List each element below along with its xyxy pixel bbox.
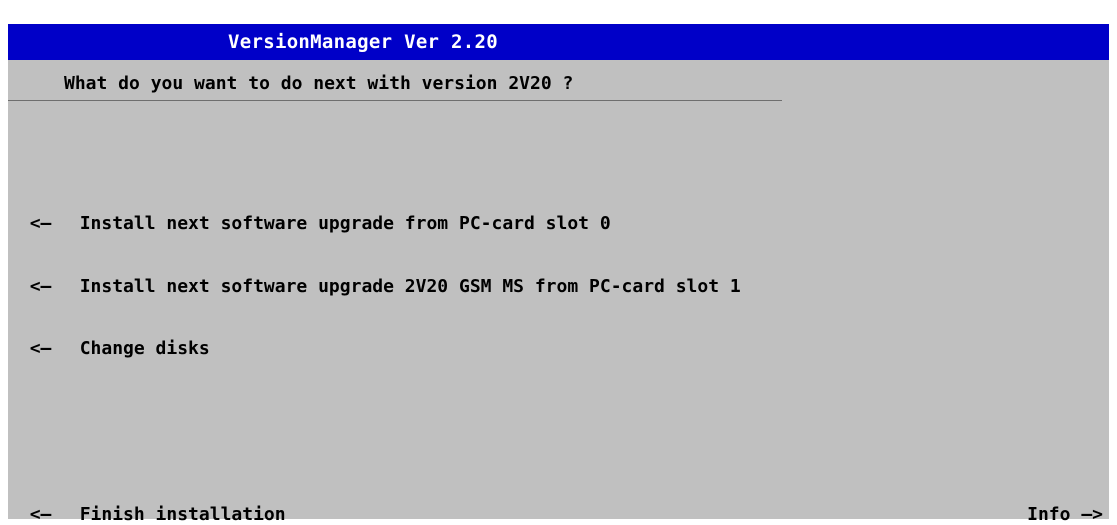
softkey-label: Finish installation [79, 504, 286, 525]
window-title: VersionManager Ver 2.20 [228, 31, 498, 53]
install-slot-0-softkey[interactable]: <— Install next software upgrade from PC-… [8, 192, 611, 234]
left-arrow-icon: <— [29, 338, 52, 359]
left-arrow-icon: <— [29, 213, 52, 234]
left-arrow-icon: <— [29, 504, 52, 525]
question-divider [8, 100, 782, 101]
title-bar [8, 24, 1109, 60]
softkey-label: Info [1027, 504, 1071, 525]
left-arrow-icon: <— [29, 276, 52, 297]
install-slot-1-softkey[interactable]: <— Install next software upgrade 2V20 GSM… [8, 255, 741, 297]
softkey-label: Install next software upgrade from PC-ca… [79, 213, 611, 234]
softkey-label: Install next software upgrade 2V20 GSM M… [79, 276, 741, 297]
right-arrow-icon: —> [1081, 504, 1103, 525]
question-prompt: What do you want to do next with version… [64, 73, 574, 94]
softkey-label: Change disks [79, 338, 210, 359]
change-disks-softkey[interactable]: <— Change disks [8, 317, 210, 359]
